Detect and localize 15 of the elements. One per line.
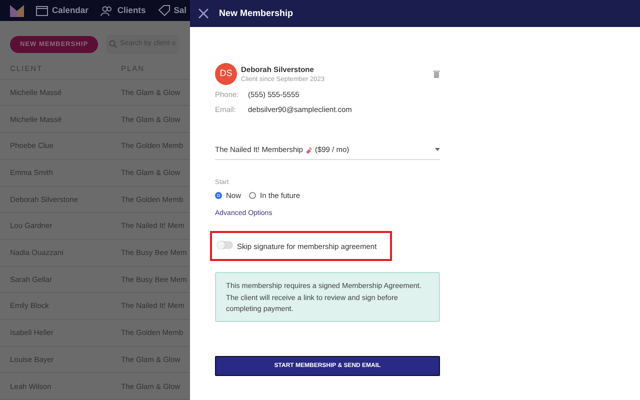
people-icon (100, 6, 114, 16)
tag-icon (158, 5, 170, 16)
calendar-icon (36, 5, 48, 16)
nav-item[interactable]: Calendar (36, 4, 88, 17)
trash-icon[interactable] (433, 70, 440, 78)
nail-polish-icon (304, 146, 313, 154)
search-icon (109, 40, 118, 48)
close-icon[interactable] (198, 8, 209, 19)
avatar: DS (215, 63, 237, 85)
drawer-title: New Membership (219, 6, 294, 20)
logo-icon (10, 4, 24, 17)
toggle-switch[interactable] (217, 240, 233, 249)
caret-icon (435, 148, 440, 151)
nav-item[interactable]: Sal (158, 4, 186, 17)
nav-item[interactable]: Clients (100, 4, 146, 17)
